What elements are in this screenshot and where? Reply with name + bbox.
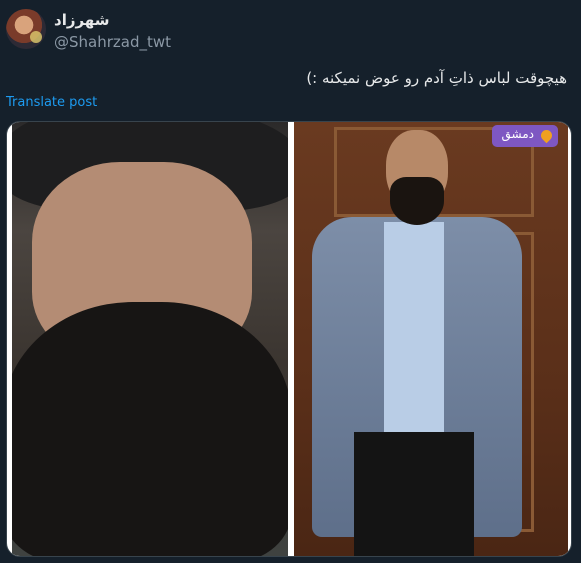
translate-post-link[interactable]: Translate post <box>6 95 97 110</box>
tweet: شهرزاد @Shahrzad_twt هیچوقت لباس ذاتِ آد… <box>0 0 581 563</box>
location-pin-icon <box>538 127 555 144</box>
author-handle[interactable]: @Shahrzad_twt <box>54 33 171 51</box>
location-badge: دمشق <box>491 125 558 147</box>
author-avatar[interactable] <box>6 9 46 49</box>
avatar-decoration <box>30 31 42 43</box>
location-label: دمشق <box>501 127 534 141</box>
tweet-text: هیچوقت لباس ذاتِ آدم رو عوض نمیکنه :) <box>306 69 567 87</box>
photo-left[interactable] <box>12 122 288 556</box>
author-display-name[interactable]: شهرزاد <box>54 11 109 29</box>
tweet-media[interactable]: دمشق <box>6 121 572 557</box>
photo-right[interactable]: دمشق <box>294 122 568 556</box>
